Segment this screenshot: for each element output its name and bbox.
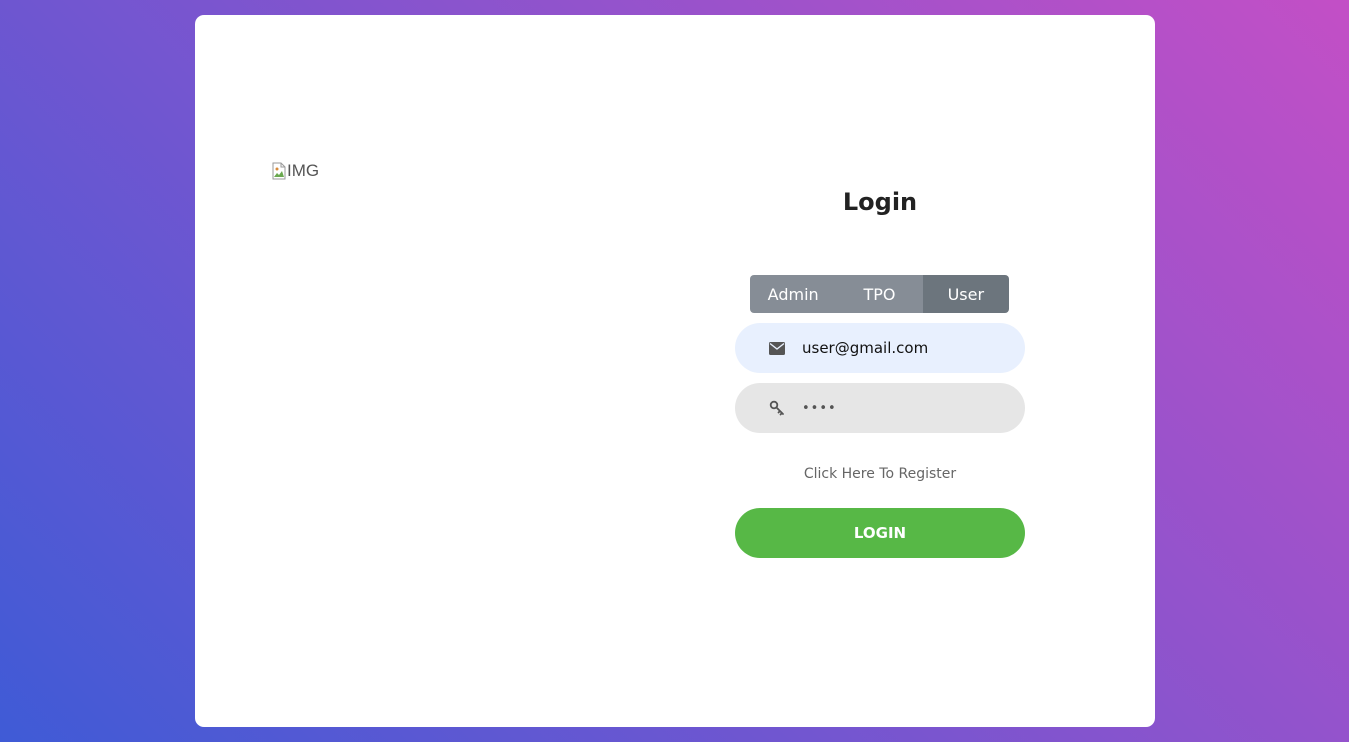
role-tpo-button[interactable]: TPO: [836, 275, 923, 313]
email-field[interactable]: user@gmail.com: [735, 323, 1025, 373]
login-card: IMG Login Admin TPO User user@gmail.com: [195, 15, 1155, 727]
key-icon: [768, 399, 786, 417]
password-field[interactable]: ••••: [735, 383, 1025, 433]
page-title: Login: [842, 188, 918, 216]
login-button[interactable]: LOGIN: [735, 508, 1025, 558]
role-user-button[interactable]: User: [922, 275, 1009, 313]
login-illustration: IMG: [272, 161, 319, 181]
envelope-icon: [768, 339, 786, 357]
role-admin-button[interactable]: Admin: [750, 275, 837, 313]
password-value: ••••: [802, 400, 837, 416]
register-link[interactable]: Click Here To Register: [735, 466, 1025, 482]
broken-image-icon: [272, 162, 286, 180]
role-selector: Admin TPO User: [750, 275, 1009, 313]
email-value: user@gmail.com: [802, 339, 929, 357]
image-alt-text: IMG: [287, 161, 320, 180]
